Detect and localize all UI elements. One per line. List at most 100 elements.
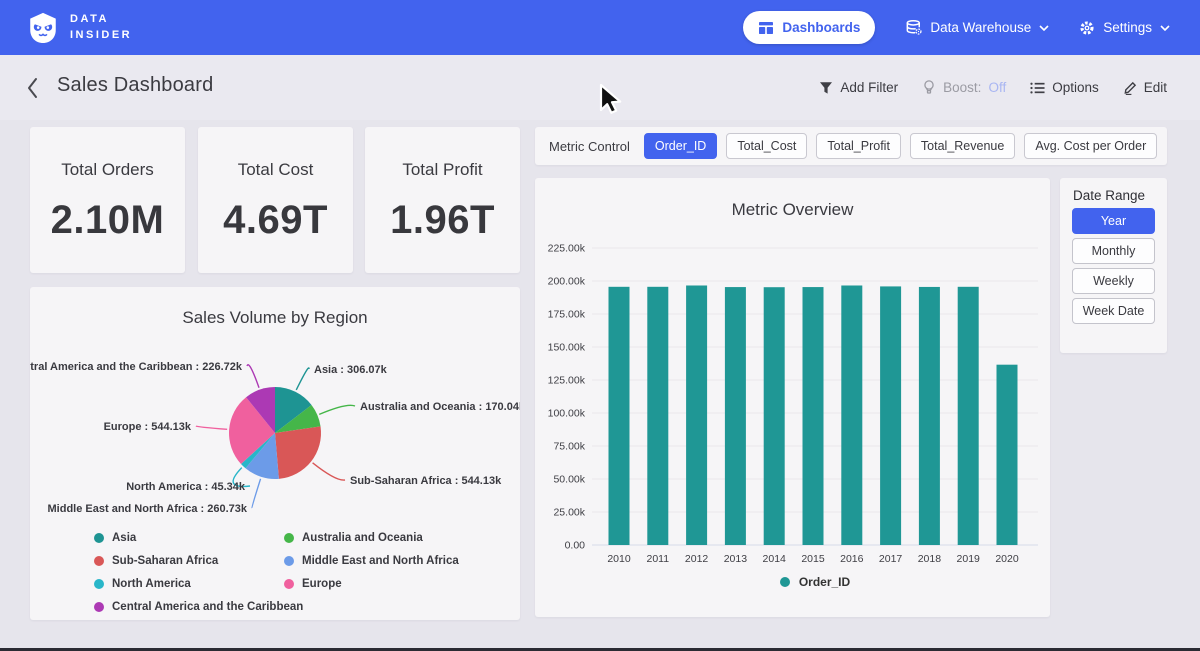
boost-toggle[interactable]: Boost: Off (922, 80, 1006, 95)
x-axis-tick: 2014 (763, 553, 787, 565)
dashboard-header: Sales Dashboard Add Filter Boost: Off (0, 55, 1200, 120)
bar-2016[interactable] (841, 285, 862, 545)
kpi-card-total-cost: Total Cost4.69T (198, 127, 353, 273)
date-range-option-week-date[interactable]: Week Date (1072, 298, 1155, 324)
y-axis-tick: 200.00k (548, 276, 586, 288)
page-title: Sales Dashboard (57, 74, 213, 97)
settings-menu[interactable]: Settings (1079, 20, 1170, 36)
pencil-icon (1123, 81, 1137, 95)
date-range-option-weekly[interactable]: Weekly (1072, 268, 1155, 294)
legend-dot (780, 577, 790, 587)
bar-2012[interactable] (686, 285, 707, 545)
bar-2020[interactable] (997, 365, 1018, 545)
pie-label: Central America and the Caribbean : 226.… (30, 361, 243, 373)
metric-option-avg-cost-per-order[interactable]: Avg. Cost per Order (1024, 133, 1157, 159)
pie-label: Sub-Saharan Africa : 544.13k (350, 475, 502, 487)
x-axis-tick: 2020 (995, 553, 1019, 565)
pie-label: Australia and Oceania : 170.04k (360, 401, 520, 413)
metric-option-total-cost[interactable]: Total_Cost (726, 133, 807, 159)
kpi-label: Total Orders (61, 160, 154, 180)
edit-label: Edit (1144, 80, 1167, 95)
x-axis-tick: 2016 (840, 553, 864, 565)
bar-2015[interactable] (803, 287, 824, 545)
legend-item-central-america-and-the-caribbean[interactable]: Central America and the Caribbean (94, 601, 303, 613)
pie-slice-sub-saharan-africa[interactable] (275, 426, 321, 478)
legend-item-sub-saharan-africa[interactable]: Sub-Saharan Africa (94, 555, 218, 567)
legend-item-north-america[interactable]: North America (94, 578, 191, 590)
metric-option-order-id[interactable]: Order_ID (644, 133, 717, 159)
y-axis-tick: 175.00k (548, 309, 586, 321)
pie-label: Europe : 544.13k (104, 421, 192, 433)
bar-2010[interactable] (609, 287, 630, 545)
kpi-label: Total Profit (402, 160, 482, 180)
data-warehouse-label: Data Warehouse (930, 20, 1031, 35)
metric-option-total-revenue[interactable]: Total_Revenue (910, 133, 1015, 159)
bar-2011[interactable] (647, 287, 668, 545)
legend-item-asia[interactable]: Asia (94, 532, 136, 544)
options-button[interactable]: Options (1030, 80, 1099, 95)
kpi-label: Total Cost (238, 160, 314, 180)
y-axis-tick: 225.00k (548, 243, 586, 255)
legend-dot (94, 533, 104, 543)
legend-label: Middle East and North Africa (302, 555, 459, 567)
x-axis-tick: 2011 (647, 553, 670, 565)
metric-control-options: Order_ID Total_Cost Total_Profit Total_Reve… (644, 133, 1157, 159)
back-button[interactable] (26, 77, 38, 99)
bar-2017[interactable] (880, 286, 901, 545)
brand-logo[interactable]: DATA INSIDER (26, 11, 132, 45)
metric-option-total-profit[interactable]: Total_Profit (816, 133, 901, 159)
settings-label: Settings (1103, 20, 1152, 35)
nav-menu: Dashboards Data Warehouse (743, 11, 1170, 44)
bar-2014[interactable] (764, 287, 785, 545)
bar-chart-plot[interactable]: 225.00k200.00k175.00k150.00k125.00k100.0… (535, 178, 1050, 573)
legend-label: Asia (112, 532, 136, 544)
legend-item-middle-east-and-north-africa[interactable]: Middle East and North Africa (284, 555, 459, 567)
bar-2019[interactable] (958, 287, 979, 545)
bar-chart-card: Metric Overview 225.00k200.00k175.00k150… (535, 178, 1050, 617)
data-warehouse-menu[interactable]: Data Warehouse (905, 19, 1049, 36)
dashboards-button[interactable]: Dashboards (743, 11, 875, 44)
kpi-value: 1.96T (390, 198, 495, 243)
legend-label: Sub-Saharan Africa (112, 555, 218, 567)
date-range-option-year[interactable]: Year (1072, 208, 1155, 234)
dashboards-label: Dashboards (782, 20, 860, 35)
bar-2018[interactable] (919, 287, 940, 545)
x-axis-tick: 2015 (801, 553, 825, 565)
boost-label: Boost: (943, 80, 981, 95)
gear-icon (1079, 20, 1095, 36)
sales-dashboard-page: DATA INSIDER Dashboards (0, 0, 1200, 651)
x-axis-tick: 2017 (879, 553, 903, 565)
y-axis-tick: 75.00k (553, 441, 585, 453)
pie-label: Asia : 306.07k (314, 364, 388, 376)
chevron-down-icon (1039, 25, 1049, 31)
legend-label: Australia and Oceania (302, 532, 423, 544)
y-axis-tick: 150.00k (548, 342, 586, 354)
x-axis-tick: 2013 (724, 553, 748, 565)
x-axis-tick: 2012 (685, 553, 709, 565)
date-range-option-monthly[interactable]: Monthly (1072, 238, 1155, 264)
list-options-icon (1030, 81, 1045, 95)
add-filter-label: Add Filter (840, 80, 898, 95)
database-icon (905, 19, 922, 36)
pie-label: Middle East and North Africa : 260.73k (48, 503, 248, 515)
legend-dot (94, 602, 104, 612)
pie-chart[interactable]: Asia : 306.07k Australia and Oceania : 17… (30, 287, 520, 620)
add-filter-button[interactable]: Add Filter (819, 80, 898, 95)
legend-dot (94, 556, 104, 566)
kpi-card-total-profit: Total Profit 1.96T (365, 127, 520, 273)
legend-label: Europe (302, 578, 342, 590)
brand-name: DATA INSIDER (70, 12, 132, 44)
legend-item-australia-and-oceania[interactable]: Australia and Oceania (284, 532, 423, 544)
chevron-down-icon (1160, 25, 1170, 31)
legend-dot (284, 579, 294, 589)
y-axis-tick: 25.00k (553, 507, 585, 519)
legend-item-europe[interactable]: Europe (284, 578, 342, 590)
y-axis-tick: 100.00k (548, 408, 586, 420)
boost-state: Off (988, 80, 1006, 95)
bar-2013[interactable] (725, 287, 746, 545)
edit-button[interactable]: Edit (1123, 80, 1167, 95)
options-label: Options (1052, 80, 1099, 95)
pie-label: North America : 45.34k (126, 481, 246, 493)
date-range-panel: Date Range YearMonthlyWeeklyWeek Date (1060, 178, 1167, 353)
boost-balloon-icon (922, 80, 936, 95)
